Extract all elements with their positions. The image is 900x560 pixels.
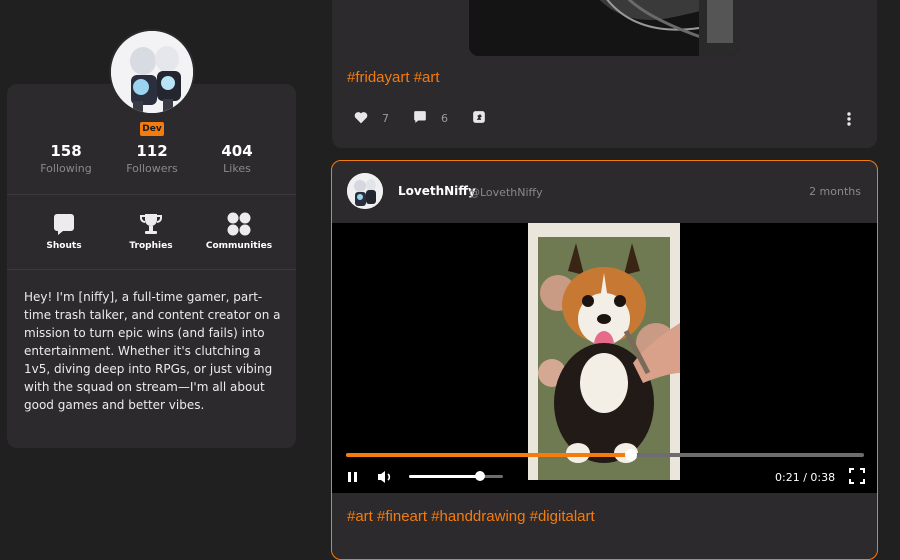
video-frame <box>528 223 680 480</box>
profile-stats: 158 Following 112 Followers 404 Likes <box>7 141 296 181</box>
profile-card: 158 Following 112 Followers 404 Likes Sh… <box>7 84 296 448</box>
author-avatar[interactable] <box>347 173 383 209</box>
author-name[interactable]: LovethNiffy <box>398 184 476 198</box>
post-tags[interactable]: #fridayart #art <box>347 69 440 86</box>
post-image[interactable] <box>469 0 739 56</box>
stat-label: Followers <box>126 162 178 175</box>
fullscreen-button[interactable] <box>849 468 865 488</box>
stat-followers[interactable]: 112 Followers <box>107 141 197 177</box>
stat-value: 158 <box>50 142 82 160</box>
post-timestamp: 2 months <box>809 185 861 198</box>
heart-icon <box>354 111 368 127</box>
menu-label: Communities <box>205 241 273 251</box>
shout-icon <box>24 210 104 238</box>
post-actions: 7 6 <box>354 110 486 127</box>
pause-icon <box>347 469 359 488</box>
video-time: 0:21 / 0:38 <box>775 471 836 484</box>
comment-count: 6 <box>441 112 448 125</box>
comment-button[interactable]: 6 <box>413 110 448 127</box>
stat-label: Following <box>40 162 92 175</box>
share-icon <box>472 110 486 127</box>
divider <box>7 194 296 195</box>
profile-menu: Shouts Trophies Communities <box>7 210 296 260</box>
video-progress-fill <box>346 453 631 457</box>
volume-icon <box>377 469 393 488</box>
stat-likes[interactable]: 404 Likes <box>192 141 282 177</box>
post-card-active: LovethNiffy @LovethNiffy 2 months 0:21 /… <box>331 160 878 560</box>
share-button[interactable] <box>472 110 486 127</box>
volume-fill <box>409 475 480 478</box>
stat-label: Likes <box>223 162 251 175</box>
author-handle[interactable]: @LovethNiffy <box>469 186 543 199</box>
menu-shouts[interactable]: Shouts <box>24 210 104 251</box>
stat-value: 404 <box>221 142 253 160</box>
volume-button[interactable] <box>377 469 393 488</box>
trophy-icon <box>111 210 191 238</box>
dev-badge: Dev <box>140 122 164 136</box>
video-player[interactable]: 0:21 / 0:38 <box>332 223 877 493</box>
profile-bio: Hey! I'm [niffy], a full-time gamer, par… <box>24 290 281 412</box>
like-count: 7 <box>382 112 389 125</box>
video-progress-bar[interactable] <box>346 449 864 461</box>
stat-value: 112 <box>136 142 168 160</box>
comment-icon <box>413 110 427 127</box>
menu-trophies[interactable]: Trophies <box>111 210 191 251</box>
like-button[interactable]: 7 <box>354 111 389 127</box>
fullscreen-icon <box>849 468 865 488</box>
more-options-icon[interactable] <box>847 111 851 130</box>
menu-label: Trophies <box>129 241 173 251</box>
pause-button[interactable] <box>347 469 359 488</box>
video-progress-handle[interactable] <box>624 449 637 461</box>
divider <box>7 269 296 270</box>
menu-communities[interactable]: Communities <box>199 210 279 251</box>
menu-label: Shouts <box>46 241 82 251</box>
communities-icon <box>199 210 279 238</box>
profile-avatar[interactable] <box>109 29 195 115</box>
post-card: #fridayart #art 7 6 <box>332 0 877 148</box>
post-tags[interactable]: #art #fineart #handdrawing #digitalart <box>347 508 595 525</box>
stat-following[interactable]: 158 Following <box>21 141 111 177</box>
volume-handle[interactable] <box>474 471 485 481</box>
volume-slider[interactable] <box>409 471 503 481</box>
